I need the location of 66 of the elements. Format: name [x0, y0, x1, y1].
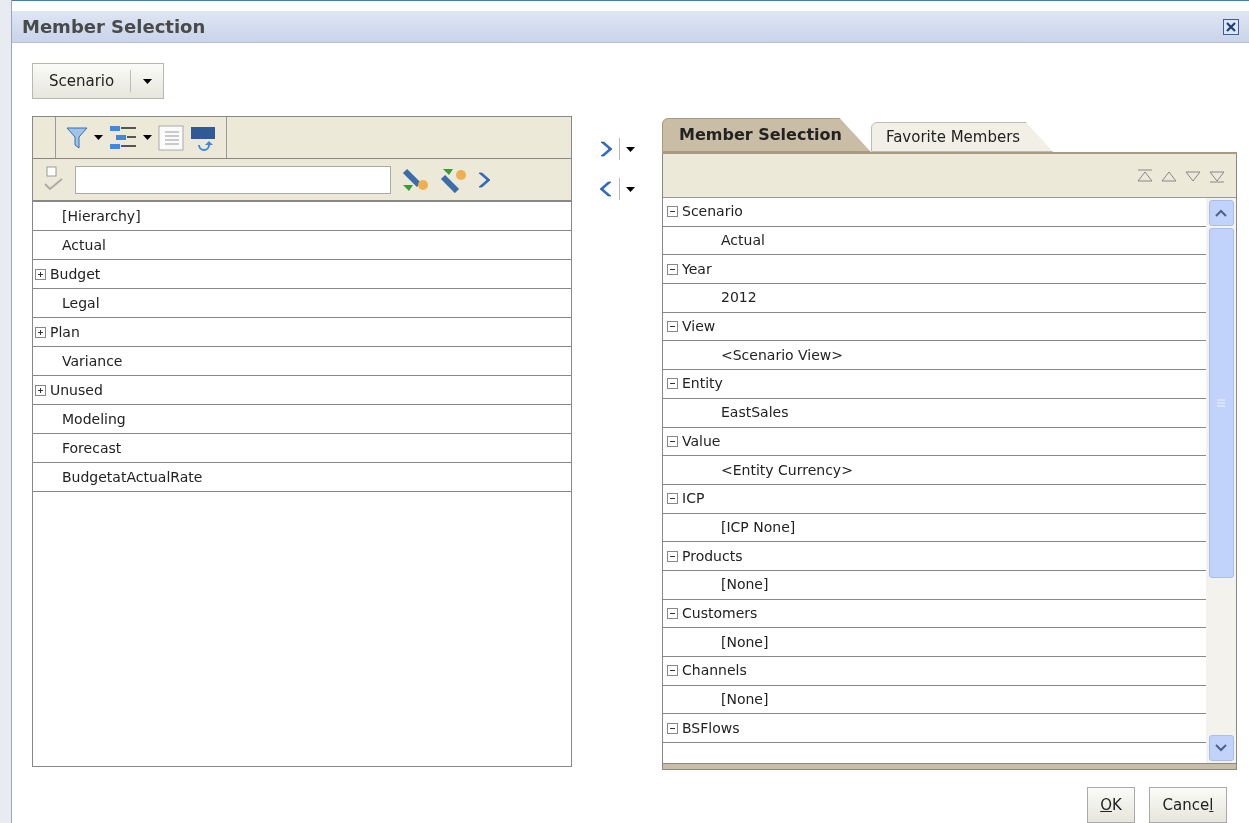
member-row[interactable]: [None] [663, 570, 1206, 600]
dimension-row[interactable]: Value [663, 427, 1206, 457]
collapse-icon[interactable] [667, 435, 678, 447]
caret-icon[interactable] [94, 135, 103, 140]
chevron-right-icon[interactable] [477, 170, 491, 189]
expand-icon[interactable] [35, 384, 46, 396]
collapse-icon[interactable] [667, 206, 678, 218]
swap-icon[interactable] [190, 124, 216, 151]
member-item[interactable]: Forecast [33, 434, 571, 463]
caret-icon[interactable] [626, 186, 635, 192]
member-row[interactable]: EastSales [663, 398, 1206, 428]
search-icon[interactable] [439, 166, 467, 193]
collapse-icon[interactable] [667, 607, 678, 619]
filter-icon[interactable] [66, 125, 88, 150]
collapse-icon[interactable] [667, 550, 678, 562]
dimension-row[interactable]: Products [663, 542, 1206, 571]
expand-icon[interactable] [35, 268, 46, 280]
dimension-row[interactable]: Scenario [663, 198, 1206, 227]
member-item[interactable]: Unused [33, 376, 571, 405]
collapse-icon[interactable] [667, 493, 678, 505]
member-row[interactable]: [None] [663, 628, 1206, 657]
member-row[interactable]: Actual [663, 226, 1206, 256]
member-row[interactable]: [None] [663, 685, 1206, 715]
collapse-icon[interactable] [667, 665, 678, 677]
member-row[interactable]: <Entity Currency> [663, 456, 1206, 485]
search-icon[interactable] [401, 166, 429, 193]
member-row[interactable]: 2012 [663, 284, 1206, 313]
expand-icon[interactable] [35, 326, 46, 338]
dimension-row[interactable]: Channels [663, 657, 1206, 686]
search-field[interactable] [75, 165, 391, 194]
member-item[interactable]: Budget [33, 260, 571, 289]
window-title: Member Selection [22, 15, 206, 39]
member-row[interactable]: <Scenario View> [663, 341, 1206, 371]
member-item[interactable]: [Hierarchy] [33, 202, 571, 231]
close-icon[interactable] [1223, 18, 1239, 35]
hierarchy-icon[interactable] [109, 124, 137, 151]
add-icon[interactable] [599, 140, 613, 158]
collapse-icon[interactable] [667, 722, 678, 734]
collapse-icon[interactable] [667, 378, 678, 390]
member-item[interactable]: Actual [33, 231, 571, 260]
scroll-down-icon[interactable] [1215, 744, 1227, 752]
dimension-row[interactable]: ICP [663, 484, 1206, 514]
member-item[interactable]: Plan [33, 318, 571, 347]
tab[interactable]: Member Selection [662, 118, 871, 152]
member-item[interactable]: Legal [33, 289, 571, 318]
member-item[interactable]: BudgetatActualRate [33, 463, 571, 492]
remove-icon[interactable] [599, 180, 613, 198]
dimension-row[interactable]: Year [663, 255, 1206, 285]
dimension-row[interactable]: BSFlows [663, 714, 1206, 744]
collapse-icon[interactable] [667, 321, 678, 333]
caret-icon[interactable] [626, 146, 635, 152]
tab[interactable]: Favorite Members [870, 122, 1054, 152]
ok-button[interactable]: OK [1087, 787, 1135, 823]
dimension-row[interactable]: View [663, 312, 1206, 342]
dimension-dropdown[interactable]: Scenario [32, 63, 164, 99]
caret-icon[interactable] [142, 78, 152, 84]
scrollbar[interactable] [1206, 198, 1236, 763]
caret-icon[interactable] [143, 135, 152, 140]
scroll-up-icon[interactable] [1215, 209, 1227, 217]
cancel-button[interactable]: Cancel [1149, 787, 1227, 823]
dimension-row[interactable]: Entity [663, 370, 1206, 399]
member-row[interactable]: [ICP None] [663, 513, 1206, 543]
dimension-row[interactable]: Customers [663, 599, 1206, 629]
collapse-icon[interactable] [667, 263, 678, 275]
member-item[interactable]: Variance [33, 347, 571, 376]
member-item[interactable]: Modeling [33, 405, 571, 434]
